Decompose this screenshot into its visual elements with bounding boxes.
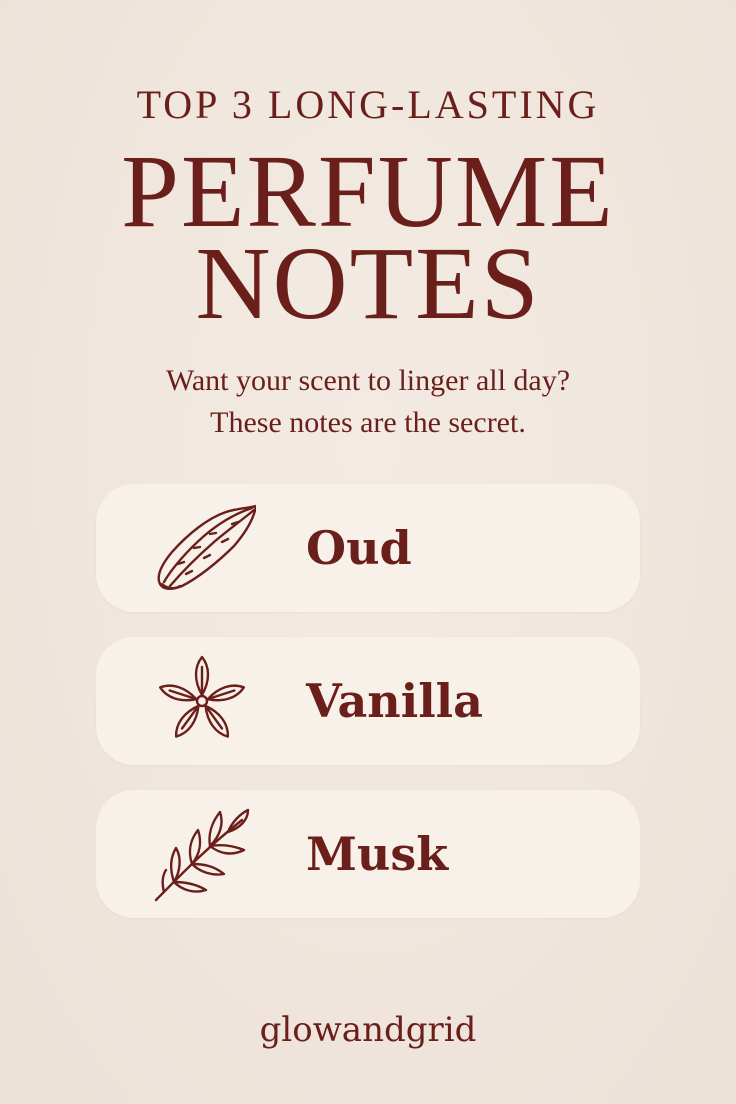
subtitle: Want your scent to linger all day? These… — [0, 360, 736, 444]
kicker-heading: TOP 3 LONG-LASTING — [136, 82, 600, 127]
subtitle-line-1: Want your scent to linger all day? — [165, 364, 571, 397]
page-background: TOP 3 LONG-LASTING PERFUME NOTES Want yo… — [0, 0, 736, 1104]
note-label: Musk — [306, 827, 449, 881]
note-card-vanilla: Vanilla — [96, 637, 640, 765]
title-line-2: NOTES — [195, 226, 541, 341]
vanilla-flower-icon — [148, 651, 256, 751]
note-label: Oud — [306, 521, 412, 575]
brand-footer: glowandgrid — [259, 1010, 477, 1050]
subtitle-line-2: These notes are the secret. — [210, 406, 526, 439]
note-card-oud: Oud — [96, 484, 640, 612]
note-card-musk: Musk — [96, 790, 640, 918]
wood-chip-icon — [148, 498, 258, 598]
note-label: Vanilla — [306, 674, 483, 728]
herb-sprig-icon — [148, 804, 256, 904]
